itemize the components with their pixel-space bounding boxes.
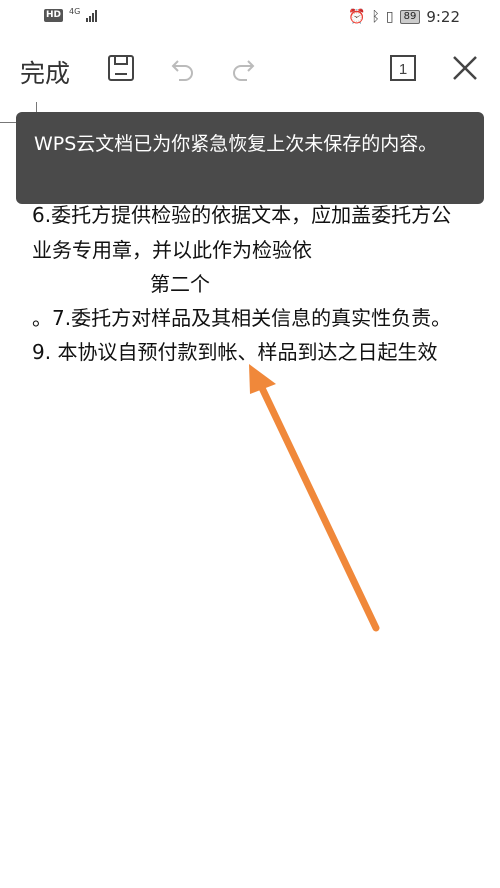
bluetooth-icon: ᛒ: [371, 9, 380, 25]
page-number: 1: [399, 61, 407, 78]
battery-icon: 89: [399, 10, 421, 24]
hd-badge: HD: [44, 9, 64, 22]
alarm-icon: ⏰: [348, 9, 366, 25]
editor-toolbar: 完成 1: [0, 36, 500, 100]
doc-line[interactable]: 业务专用章，并以此作为检验依: [32, 236, 312, 264]
status-left: HD 4G: [44, 6, 98, 22]
save-icon[interactable]: [106, 53, 136, 83]
document-page[interactable]: 6.委托方提供检验的依据文本，应加盖委托方公 业务专用章，并以此作为检验依 第二…: [0, 100, 500, 888]
status-bar: HD 4G ⏰ ᛒ ▯ 89 9:22: [0, 0, 500, 36]
page-view-icon[interactable]: 1: [388, 53, 418, 83]
doc-line[interactable]: 。7.委托方对样品及其相关信息的真实性负责。: [32, 304, 451, 332]
recovery-toast: WPS云文档已为你紧急恢复上次未保存的内容。: [16, 112, 484, 204]
clock: 9:22: [426, 8, 460, 26]
status-right: ⏰ ᛒ ▯ 89 9:22: [348, 8, 460, 26]
vibrate-icon: ▯: [385, 9, 394, 25]
doc-line[interactable]: 9. 本协议自预付款到帐、样品到达之日起生效: [32, 338, 437, 366]
doc-line[interactable]: 第二个: [150, 270, 210, 298]
undo-icon[interactable]: [168, 53, 198, 83]
doc-line[interactable]: 6.委托方提供检验的依据文本，应加盖委托方公: [32, 201, 451, 229]
redo-icon[interactable]: [228, 53, 258, 83]
done-button[interactable]: 完成: [20, 54, 70, 90]
signal-icon: [86, 9, 98, 22]
close-icon[interactable]: [450, 53, 480, 83]
network-type-label: 4G: [69, 6, 81, 16]
